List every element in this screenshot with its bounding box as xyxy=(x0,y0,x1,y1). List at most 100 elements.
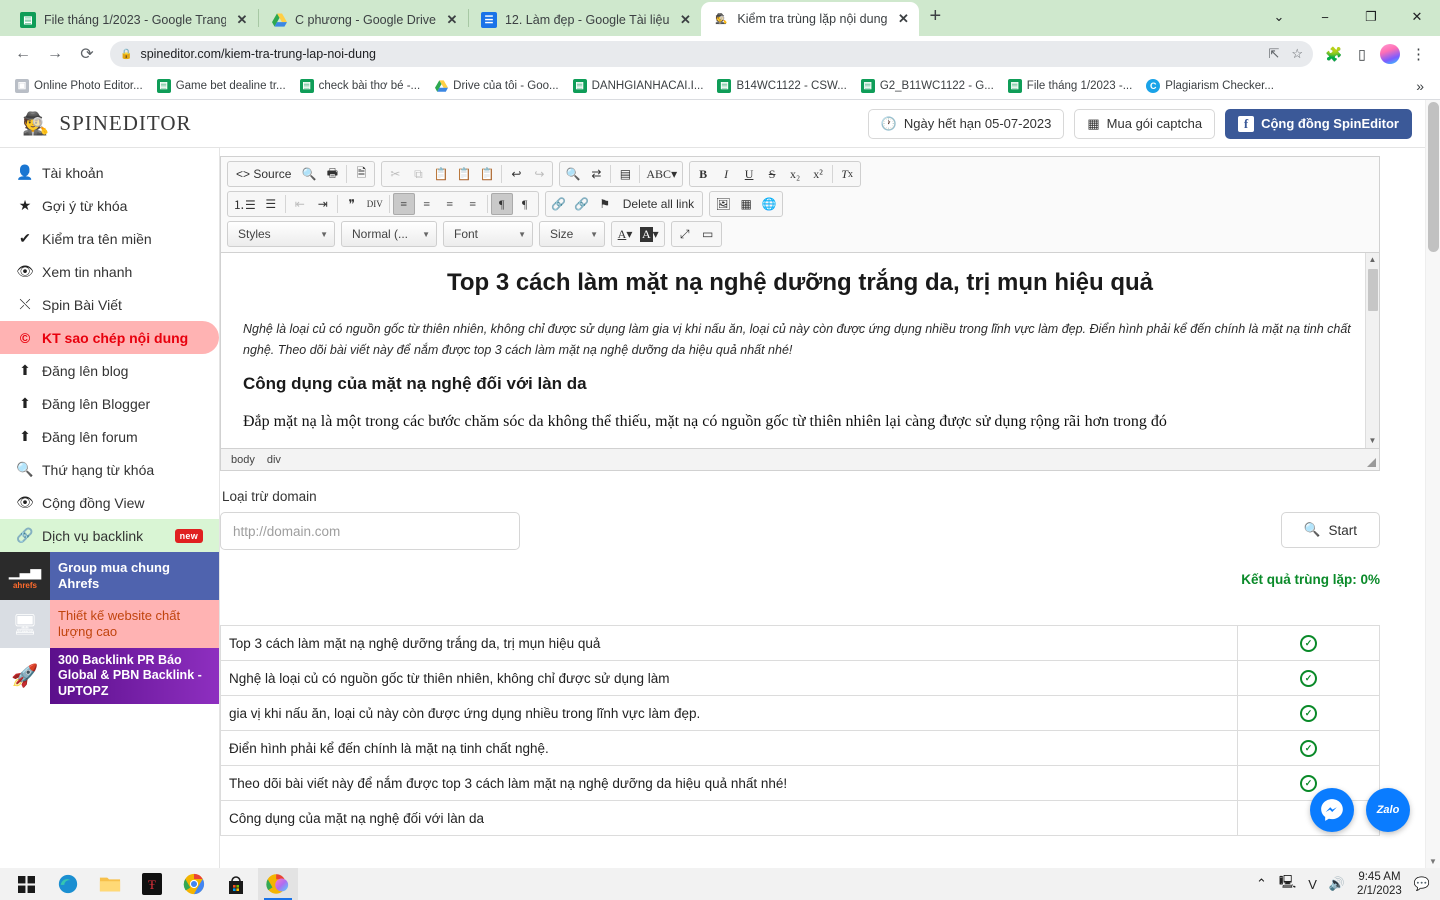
sidebar-item-spin-bai-viet[interactable]: ⤬ Spin Bài Viết xyxy=(0,288,219,321)
bold-icon[interactable]: B xyxy=(692,163,714,185)
preview-icon[interactable]: 🔍 xyxy=(298,163,320,185)
scrollbar-thumb[interactable] xyxy=(1368,269,1378,311)
path-body[interactable]: body xyxy=(231,454,255,466)
editor-resize-handle[interactable] xyxy=(1367,458,1376,467)
cut-icon[interactable]: ✂ xyxy=(384,163,406,185)
replace-icon[interactable]: ⇄ xyxy=(585,163,607,185)
browser-tab-2[interactable]: ☰ 12. Làm đẹp - Google Tài liệu ✕ xyxy=(469,4,701,36)
underline-icon[interactable]: U xyxy=(738,163,760,185)
network-icon[interactable]: 🖳 xyxy=(1279,873,1296,895)
delete-all-link-button[interactable]: Delete all link xyxy=(617,193,700,215)
iframe-icon[interactable]: 🌐 xyxy=(758,193,780,215)
bookmark-item[interactable]: ▤ File tháng 1/2023 -... xyxy=(1001,77,1139,95)
vpn-icon[interactable]: V xyxy=(1308,877,1317,892)
print-icon[interactable]: 🖶 xyxy=(321,163,343,185)
bookmark-item[interactable]: C Plagiarism Checker... xyxy=(1139,77,1281,95)
scroll-down-icon[interactable]: ▼ xyxy=(1366,434,1379,448)
bookmark-item[interactable]: Drive của tôi - Goo... xyxy=(427,77,565,95)
table-icon[interactable]: ▦ xyxy=(735,193,757,215)
sidebar-item-dang-len-forum[interactable]: ⬆ Đăng lên forum xyxy=(0,420,219,453)
anchor-icon[interactable]: ⚑ xyxy=(594,193,616,215)
ad-ahrefs[interactable]: ▁▃▅ ahrefs Group mua chung Ahrefs xyxy=(0,552,219,600)
create-div-icon[interactable]: DIV xyxy=(364,193,386,215)
back-icon[interactable]: ← xyxy=(8,39,38,69)
chrome-menu-icon[interactable]: ⋮ xyxy=(1405,45,1432,63)
ltr-icon[interactable]: ¶ xyxy=(490,193,513,215)
buy-captcha-button[interactable]: ▦ Mua gói captcha xyxy=(1074,108,1216,139)
styles-select[interactable]: Styles ▼ xyxy=(227,221,335,247)
new-tab-button[interactable]: + xyxy=(919,5,951,32)
find-icon[interactable]: 🔍 xyxy=(562,163,584,185)
superscript-icon[interactable]: x² xyxy=(807,163,829,185)
scroll-up-icon[interactable]: ▲ xyxy=(1366,253,1379,267)
align-center-icon[interactable]: ≡ xyxy=(416,193,438,215)
sidebar-item-cong-dong-view[interactable]: 👁 Cộng đồng View xyxy=(0,486,219,519)
subscript-icon[interactable]: x₂ xyxy=(784,163,806,185)
puzzle-icon[interactable]: 🧩 xyxy=(1321,41,1347,67)
side-panel-icon[interactable]: ▯ xyxy=(1349,41,1375,67)
sidebar-item-dang-len-blog[interactable]: ⬆ Đăng lên blog xyxy=(0,354,219,387)
source-icon[interactable]: <> Source xyxy=(230,163,297,185)
show-blocks-icon[interactable]: ▭ xyxy=(697,223,719,245)
minimize-button[interactable]: − xyxy=(1302,10,1348,25)
sidebar-item-kiem-tra-ten-mien[interactable]: ✔ Kiểm tra tên miền xyxy=(0,222,219,255)
paste-text-icon[interactable]: 📋 xyxy=(453,163,475,185)
bookmark-item[interactable]: ▤ B14WC1122 - CSW... xyxy=(710,77,853,95)
chrome-icon[interactable] xyxy=(174,868,214,900)
close-icon[interactable]: ✕ xyxy=(444,12,460,28)
app-red-icon[interactable]: Ŧ xyxy=(132,868,172,900)
indent-icon[interactable]: ⇥ xyxy=(312,193,334,215)
scroll-down-icon[interactable]: ▼ xyxy=(1426,857,1440,866)
avatar[interactable] xyxy=(1377,41,1403,67)
domain-exclude-input[interactable] xyxy=(220,512,520,550)
remove-format-icon[interactable]: Tx xyxy=(836,163,858,185)
select-all-icon[interactable]: ▤ xyxy=(614,163,636,185)
bookmark-item[interactable]: ▤ DANHGIANHACAI.I... xyxy=(566,77,711,95)
sidebar-item-kt-sao-chep-noi-dung[interactable]: © KT sao chép nội dung xyxy=(0,321,219,354)
edge-icon[interactable] xyxy=(48,868,88,900)
align-right-icon[interactable]: ≡ xyxy=(439,193,461,215)
spellcheck-icon[interactable]: ABC▾ xyxy=(643,163,680,185)
browser-tab-1[interactable]: C phương - Google Drive ✕ xyxy=(259,4,468,36)
link-icon[interactable]: 🔗 xyxy=(548,193,570,215)
volume-icon[interactable]: 🔊 xyxy=(1329,876,1345,892)
numbered-list-icon[interactable]: ⒈☰ xyxy=(230,193,259,215)
unlink-icon[interactable]: 🔗 xyxy=(571,193,593,215)
chrome-active-icon[interactable] xyxy=(258,868,298,900)
templates-icon[interactable]: 🗎 xyxy=(350,163,372,185)
editor-content-area[interactable]: Top 3 cách làm mặt nạ nghệ dưỡng trắng d… xyxy=(221,252,1379,448)
browser-tab-3[interactable]: 🕵 Kiểm tra trùng lặp nội dung ✕ xyxy=(701,2,920,36)
clock[interactable]: 9:45 AM 2/1/2023 xyxy=(1357,870,1402,899)
bookmark-item[interactable]: ▤ G2_B11WC1122 - G... xyxy=(854,77,1001,95)
file-explorer-icon[interactable] xyxy=(90,868,130,900)
align-left-icon[interactable]: ≡ xyxy=(392,193,415,215)
paste-word-icon[interactable]: 📋 xyxy=(476,163,498,185)
editor-scrollbar[interactable]: ▲ ▼ xyxy=(1365,253,1379,448)
bg-color-icon[interactable]: A ▾ xyxy=(637,223,662,245)
reload-icon[interactable]: ⟳ xyxy=(72,39,102,69)
bookmark-item[interactable]: ▣ Online Photo Editor... xyxy=(8,77,150,95)
share-icon[interactable]: ⇱ xyxy=(1268,46,1279,62)
bulleted-list-icon[interactable]: ☰ xyxy=(260,193,282,215)
address-bar[interactable]: 🔒 spineditor.com/kiem-tra-trung-lap-noi-… xyxy=(110,41,1313,67)
undo-icon[interactable]: ↩ xyxy=(505,163,527,185)
italic-icon[interactable]: I xyxy=(715,163,737,185)
sidebar-item-thu-hang-tu-khoa[interactable]: 🔍 Thứ hạng từ khóa xyxy=(0,453,219,486)
tab-search-icon[interactable]: ⌄ xyxy=(1256,9,1302,25)
size-select[interactable]: Size ▼ xyxy=(539,221,605,247)
strike-icon[interactable]: S xyxy=(761,163,783,185)
maximize-icon[interactable]: ⤢ xyxy=(674,223,696,245)
redo-icon[interactable]: ↪ xyxy=(528,163,550,185)
rtl-icon[interactable]: ¶ xyxy=(514,193,536,215)
sidebar-item-dang-len-blogger[interactable]: ⬆ Đăng lên Blogger xyxy=(0,387,219,420)
close-window-button[interactable]: ✕ xyxy=(1394,9,1440,25)
sidebar-item-dich-vu-backlink[interactable]: 🔗 Dịch vụ backlink new xyxy=(0,519,219,552)
ad-website-design[interactable]: 🖥 Thiết kế website chất lượng cao xyxy=(0,600,219,648)
close-icon[interactable]: ✕ xyxy=(895,11,911,27)
brand[interactable]: 🕵 SPINEDITOR xyxy=(0,111,240,137)
sidebar-item-goi-y-tu-khoa[interactable]: ★ Gợi ý từ khóa xyxy=(0,189,219,222)
messenger-chat-button[interactable] xyxy=(1310,788,1354,832)
close-icon[interactable]: ✕ xyxy=(234,12,250,28)
bookmark-item[interactable]: ▤ Game bet dealine tr... xyxy=(150,77,293,95)
image-icon[interactable]: 🖼 xyxy=(712,193,734,215)
